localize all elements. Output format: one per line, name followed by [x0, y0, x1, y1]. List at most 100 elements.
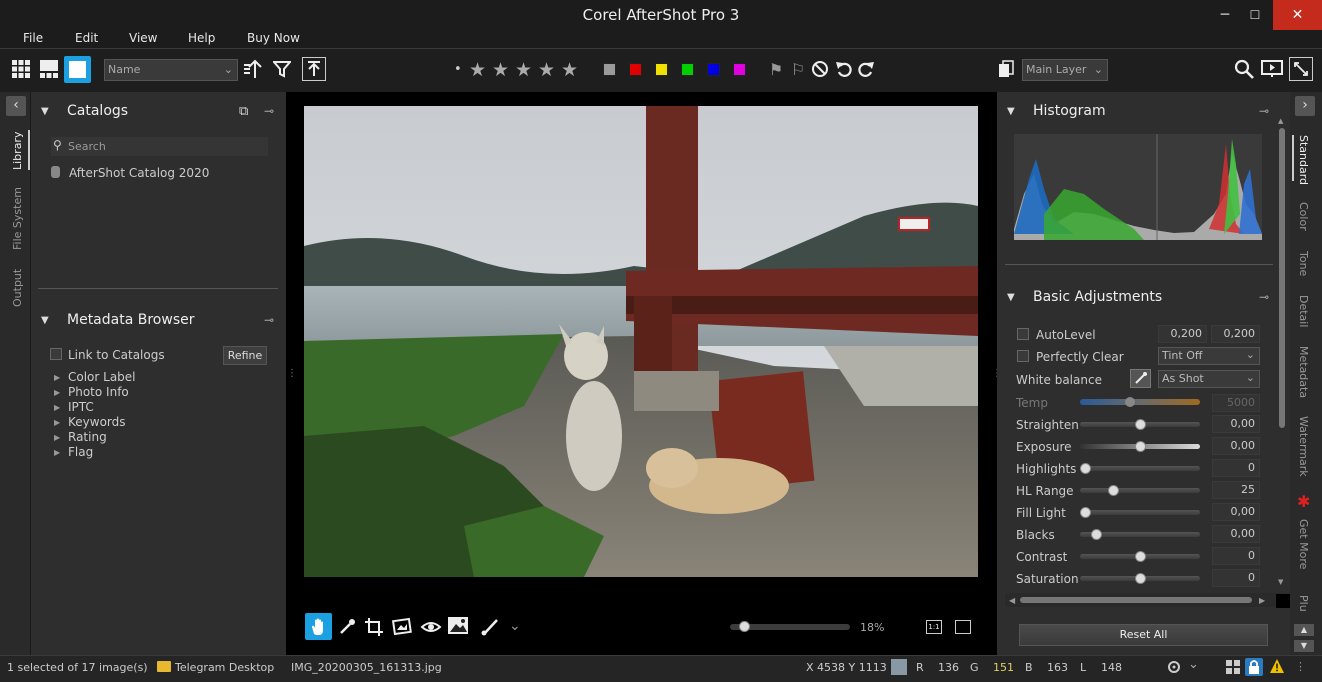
tab-plugins[interactable]: Plugins: [1297, 595, 1310, 611]
tab-scroll-down-icon[interactable]: ▼: [1294, 640, 1314, 652]
layer-select[interactable]: Main Layer ⌄: [1022, 59, 1108, 81]
pin-icon[interactable]: ⊸: [1259, 104, 1269, 118]
flag-reject-icon[interactable]: ⚐: [786, 57, 810, 81]
link-to-catalogs-checkbox[interactable]: [50, 348, 62, 360]
metadata-item-color-label[interactable]: Color Label: [68, 370, 136, 384]
menu-view[interactable]: View: [129, 30, 157, 48]
catalog-copy-icon[interactable]: ⧉: [239, 104, 248, 119]
minimize-button[interactable]: ─: [1210, 0, 1240, 30]
contrast-slider-knob[interactable]: [1135, 551, 1146, 562]
left-resize-handle[interactable]: ⋮: [287, 368, 297, 379]
tab-detail[interactable]: Detail: [1297, 295, 1310, 327]
tab-get-more[interactable]: Get More: [1297, 519, 1310, 569]
menu-buy-now[interactable]: Buy Now: [247, 30, 300, 48]
single-view-button[interactable]: [64, 56, 91, 83]
basic-adjustments-collapse-icon[interactable]: ▼: [1007, 292, 1015, 303]
export-icon[interactable]: [302, 57, 326, 81]
color-label-red[interactable]: [629, 63, 642, 76]
contrast-value[interactable]: 0: [1212, 547, 1260, 565]
sort-field-select[interactable]: Name ⌄: [104, 59, 238, 81]
straighten-slider-knob[interactable]: [1135, 419, 1146, 430]
photo-preview[interactable]: [304, 106, 978, 577]
exposure-value[interactable]: 0,00: [1212, 437, 1260, 455]
brush-icon[interactable]: [480, 617, 500, 637]
highlights-slider[interactable]: [1080, 466, 1200, 471]
horizontal-scrollbar[interactable]: ◀ ▶: [1005, 593, 1287, 607]
chevron-down-icon[interactable]: ⌄: [509, 618, 521, 634]
grid-view-icon[interactable]: [9, 57, 33, 81]
white-balance-picker-icon[interactable]: [1130, 369, 1151, 388]
flag-pick-icon[interactable]: ⚑: [764, 57, 788, 81]
white-balance-select[interactable]: As Shot ⌄: [1158, 370, 1260, 388]
tab-scroll-up-icon[interactable]: ▲: [1294, 624, 1314, 636]
close-button[interactable]: ✕: [1273, 0, 1322, 30]
rotate-right-icon[interactable]: [854, 57, 878, 81]
tab-output[interactable]: Output: [11, 269, 24, 307]
region-icon[interactable]: [447, 615, 471, 637]
tab-library[interactable]: Library: [11, 132, 24, 170]
redeye-icon[interactable]: [420, 617, 442, 637]
tab-color[interactable]: Color: [1297, 202, 1310, 231]
straighten-value[interactable]: 0,00: [1212, 415, 1260, 433]
vertical-scrollbar[interactable]: ▲ ▼: [1278, 117, 1286, 588]
zoom-slider-knob[interactable]: [739, 621, 750, 632]
collapse-left-icon[interactable]: ‹: [6, 96, 26, 116]
star-1-icon[interactable]: ★: [469, 59, 486, 81]
hand-tool-button[interactable]: [305, 613, 332, 640]
metadata-item-photo-info[interactable]: Photo Info: [68, 385, 129, 399]
metadata-item-flag[interactable]: Flag: [68, 445, 93, 459]
rotate-left-icon[interactable]: [832, 57, 856, 81]
color-label-purple[interactable]: [733, 63, 746, 76]
metadata-item-iptc[interactable]: IPTC: [68, 400, 94, 414]
color-label-yellow[interactable]: [655, 63, 668, 76]
pin-icon[interactable]: ⊸: [264, 313, 274, 327]
highlights-value[interactable]: 0: [1212, 459, 1260, 477]
pin-icon[interactable]: ⊸: [264, 104, 274, 118]
zoom-fit-icon[interactable]: [955, 620, 971, 634]
histogram-collapse-icon[interactable]: ▼: [1007, 106, 1015, 117]
star-4-icon[interactable]: ★: [538, 59, 555, 81]
catalog-search-input[interactable]: ⚲ Search: [51, 137, 268, 156]
pin-icon[interactable]: ⊸: [1259, 290, 1269, 304]
tab-tone[interactable]: Tone: [1297, 251, 1310, 276]
color-label-green[interactable]: [681, 63, 694, 76]
tab-watermark[interactable]: Watermark: [1297, 416, 1310, 477]
scroll-right-icon[interactable]: ▶: [1259, 596, 1265, 605]
star-5-icon[interactable]: ★: [561, 59, 578, 81]
highlights-slider-knob[interactable]: [1080, 463, 1091, 474]
fill-light-value[interactable]: 0,00: [1212, 503, 1260, 521]
star-3-icon[interactable]: ★: [515, 59, 532, 81]
catalog-item[interactable]: AfterShot Catalog 2020: [69, 166, 209, 180]
color-label-blue[interactable]: [707, 63, 720, 76]
tab-standard[interactable]: Standard: [1297, 135, 1310, 185]
metadata-collapse-icon[interactable]: ▼: [41, 315, 49, 326]
scroll-up-icon[interactable]: ▲: [1278, 117, 1283, 125]
fill-light-slider-knob[interactable]: [1080, 507, 1091, 518]
sort-order-icon[interactable]: [242, 57, 266, 81]
star-2-icon[interactable]: ★: [492, 59, 509, 81]
layers-icon[interactable]: [994, 57, 1018, 81]
hl-range-value[interactable]: 25: [1212, 481, 1260, 499]
rating-clear-dot[interactable]: •: [454, 62, 462, 77]
tab-metadata[interactable]: Metadata: [1297, 346, 1310, 398]
metadata-item-rating[interactable]: Rating: [68, 430, 107, 444]
warning-icon[interactable]: [1269, 658, 1285, 674]
catalogs-collapse-icon[interactable]: ▼: [41, 106, 49, 117]
maximize-button[interactable]: ☐: [1240, 0, 1270, 30]
color-label-gray[interactable]: [603, 63, 616, 76]
filter-icon[interactable]: [270, 57, 294, 81]
fullscreen-icon[interactable]: [1289, 57, 1313, 81]
straighten-icon[interactable]: [391, 617, 413, 637]
saturation-value[interactable]: 0: [1212, 569, 1260, 587]
split-view-icon[interactable]: [37, 57, 61, 81]
scroll-left-icon[interactable]: ◀: [1009, 596, 1015, 605]
hl-range-slider[interactable]: [1080, 488, 1200, 493]
search-icon[interactable]: [1232, 57, 1256, 81]
tab-file-system[interactable]: File System: [11, 187, 24, 250]
perfectly-clear-checkbox[interactable]: [1017, 350, 1029, 362]
hl-range-slider-knob[interactable]: [1107, 485, 1119, 496]
scrollbar-thumb[interactable]: [1020, 597, 1252, 603]
exposure-slider-knob[interactable]: [1135, 441, 1146, 452]
scroll-down-icon[interactable]: ▼: [1278, 578, 1283, 586]
crop-icon[interactable]: [364, 617, 384, 637]
